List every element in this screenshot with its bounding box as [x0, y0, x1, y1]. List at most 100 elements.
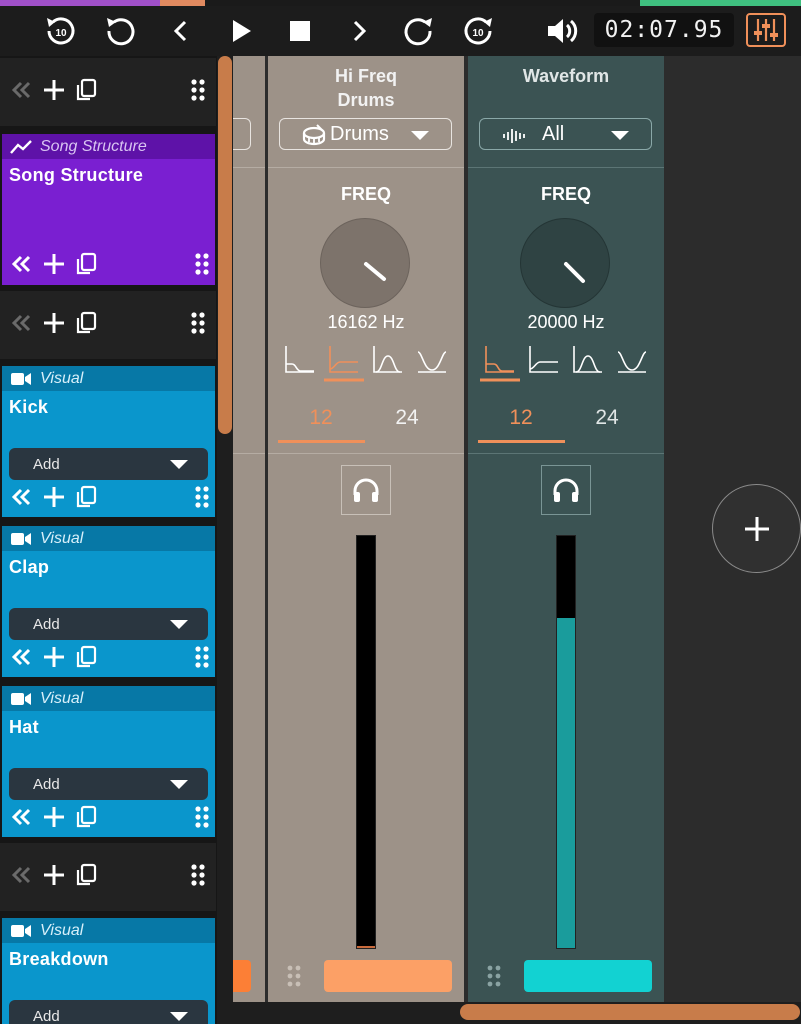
mixer-horizontal-scrollbar[interactable] [233, 1002, 801, 1024]
duplicate-button[interactable] [74, 485, 98, 509]
song-structure-card[interactable]: Song Structure Song Structure [2, 134, 215, 285]
freq-knob[interactable] [320, 218, 410, 308]
collapse-button[interactable] [10, 805, 34, 829]
collapse-button[interactable] [10, 863, 34, 887]
grip-icon [287, 965, 301, 987]
collapse-button[interactable] [10, 311, 34, 335]
filter-band-pass-button[interactable] [368, 342, 408, 382]
partial-color-button[interactable] [233, 960, 251, 992]
slope-24-button[interactable]: 24 [364, 406, 450, 430]
scrollbar-thumb[interactable] [460, 1004, 800, 1020]
divider [468, 453, 664, 454]
slope-12-button[interactable]: 12 [478, 406, 564, 430]
plus-icon [44, 487, 64, 507]
collapse-button[interactable] [10, 645, 34, 669]
slot-toolbar [0, 861, 216, 895]
fast-forward-button[interactable] [399, 12, 437, 50]
volume-button[interactable] [543, 12, 581, 50]
filter-low-pass-button[interactable] [524, 342, 564, 382]
double-chevron-left-icon [11, 808, 31, 826]
drag-handle[interactable] [190, 78, 206, 102]
filter-band-pass-button[interactable] [568, 342, 608, 382]
add-button[interactable] [42, 645, 66, 669]
skip-back-10-icon: 10 [47, 17, 75, 45]
collapse-button[interactable] [10, 252, 34, 276]
scrollbar-thumb[interactable] [218, 56, 232, 434]
visual-card-breakdown[interactable]: Visual Breakdown Add [2, 918, 215, 1024]
add-button[interactable] [42, 252, 66, 276]
drag-handle[interactable] [190, 311, 206, 335]
duplicate-button[interactable] [74, 252, 98, 276]
collapse-button[interactable] [10, 78, 34, 102]
headphones-button[interactable] [341, 465, 391, 515]
source-select[interactable]: Drums [279, 118, 452, 150]
add-dropdown[interactable]: Add [9, 1000, 208, 1024]
visual-card-clap[interactable]: Visual Clap Add [2, 526, 215, 677]
mixer-toggle-button[interactable] [746, 13, 786, 47]
card-header: Visual [2, 686, 215, 711]
timecode-display: 02:07.95 [594, 13, 734, 47]
timeline-scrollbar[interactable] [217, 56, 233, 1024]
strip-drag-handle[interactable] [486, 964, 502, 993]
card-toolbar [2, 483, 215, 517]
duplicate-button[interactable] [74, 863, 98, 887]
add-button[interactable] [42, 863, 66, 887]
headphones-button[interactable] [541, 465, 591, 515]
play-button[interactable] [222, 12, 260, 50]
visual-card-kick[interactable]: Visual Kick Add [2, 366, 215, 517]
filter-low-pass-button[interactable] [324, 342, 364, 382]
add-dropdown[interactable]: Add [9, 448, 208, 480]
previous-button[interactable] [162, 12, 200, 50]
freq-knob[interactable] [520, 218, 610, 308]
add-dropdown[interactable]: Add [9, 608, 208, 640]
grip-icon [191, 312, 205, 334]
visual-card-hat[interactable]: Visual Hat Add [2, 686, 215, 837]
duplicate-button[interactable] [74, 78, 98, 102]
slope-12-button[interactable]: 12 [278, 406, 364, 430]
drag-handle[interactable] [190, 863, 206, 887]
copy-icon [76, 485, 97, 508]
band-pass-icon [573, 346, 602, 373]
copy-icon [76, 78, 97, 101]
strip-color-button[interactable] [324, 960, 452, 992]
caret-down-icon [411, 131, 429, 140]
strip-color-button[interactable] [524, 960, 652, 992]
filter-notch-button[interactable] [412, 342, 452, 382]
next-button[interactable] [340, 12, 378, 50]
filter-notch-button[interactable] [612, 342, 652, 382]
drag-handle[interactable] [194, 805, 210, 829]
sliders-icon [754, 19, 778, 41]
strip-drag-handle[interactable] [286, 964, 302, 993]
drag-handle[interactable] [194, 485, 210, 509]
add-button[interactable] [42, 311, 66, 335]
freq-value: 20000 Hz [527, 312, 605, 332]
partial-source-select[interactable] [233, 118, 251, 150]
source-select[interactable]: All [479, 118, 652, 150]
add-button[interactable] [42, 805, 66, 829]
rewind-button[interactable] [102, 12, 140, 50]
source-value: Drums [330, 122, 389, 145]
skip-back-10-button[interactable]: 10 [42, 12, 80, 50]
drag-handle[interactable] [194, 252, 210, 276]
plus-icon [44, 80, 64, 100]
add-button[interactable] [42, 485, 66, 509]
skip-forward-10-button[interactable]: 10 [459, 12, 497, 50]
duplicate-button[interactable] [74, 311, 98, 335]
duplicate-button[interactable] [74, 645, 98, 669]
double-chevron-left-icon [11, 255, 31, 273]
collapse-button[interactable] [10, 485, 34, 509]
slope-selected-indicator [478, 440, 565, 443]
duplicate-button[interactable] [74, 805, 98, 829]
card-header: Visual [2, 526, 215, 551]
stop-button[interactable] [281, 12, 319, 50]
add-button[interactable] [42, 78, 66, 102]
filter-low-shelf-button[interactable] [280, 342, 320, 382]
add-dropdown[interactable]: Add [9, 768, 208, 800]
card-name: Clap [9, 557, 50, 577]
drag-handle[interactable] [194, 645, 210, 669]
slope-24-button[interactable]: 24 [564, 406, 650, 430]
add-strip-button[interactable] [712, 484, 801, 573]
filter-high-pass-button[interactable] [480, 342, 520, 382]
drum-icon [302, 124, 326, 152]
freq-label: FREQ [340, 184, 391, 204]
